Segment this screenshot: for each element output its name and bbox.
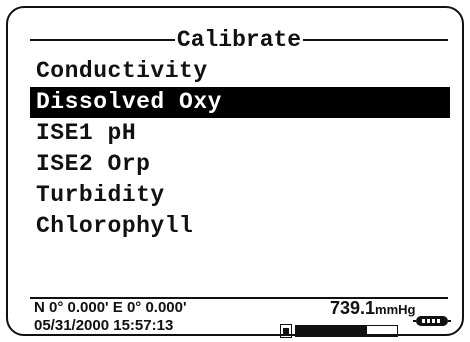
pressure-unit: mmHg [375,302,416,317]
battery-icon [280,324,292,338]
gps-coordinates: N 0° 0.000' E 0° 0.000' [34,299,187,316]
header-rule-left [30,39,175,41]
pressure-value: 739.1 [330,298,376,318]
menu-item-turbidity[interactable]: Turbidity [30,180,450,211]
menu-header: Calibrate [30,26,449,54]
menu-item-dissolved-oxy[interactable]: Dissolved Oxy [30,87,450,118]
menu-title: Calibrate [176,27,302,53]
battery-level-bar [295,325,398,337]
menu-item-conductivity[interactable]: Conductivity [30,56,450,87]
battery-level-fill [296,326,367,336]
menu-item-ise2-orp[interactable]: ISE2 Orp [30,149,450,180]
barometric-pressure: 739.1mmHg [330,298,416,320]
date-time: 05/31/2000 15:57:13 [34,317,174,334]
battery-indicator [280,324,398,338]
menu-item-ise1-ph[interactable]: ISE1 pH [30,118,450,149]
probe-connector-icon [413,316,451,326]
device-screen: Calibrate Conductivity Dissolved Oxy ISE… [6,6,464,338]
calibrate-menu: Conductivity Dissolved Oxy ISE1 pH ISE2 … [30,56,450,242]
header-rule-right [303,39,449,41]
menu-item-chlorophyll[interactable]: Chlorophyll [30,211,450,242]
